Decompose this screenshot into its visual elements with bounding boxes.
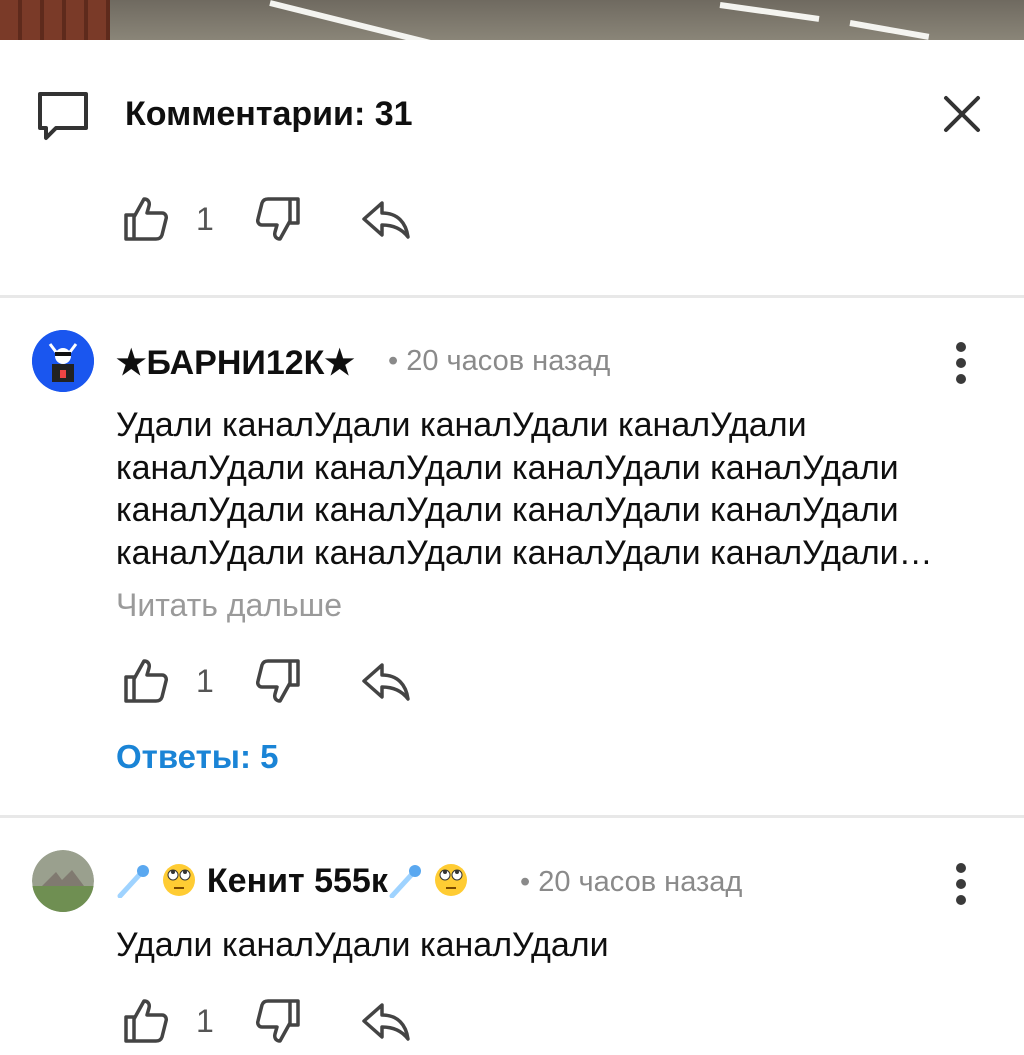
eyeroll-emoji-icon [435,864,468,896]
comet-emoji-icon [117,865,149,898]
avatar-image [32,850,94,912]
comment-text: Удали каналУдали каналУдали каналУдали к… [116,404,996,574]
like-count: 1 [196,201,214,237]
comment-time: • 20 часов назад [520,866,743,898]
like-icon[interactable] [120,995,172,1047]
comment-bubble-icon [38,92,88,140]
divider [0,295,1024,298]
comet-emoji-icon [389,865,421,898]
comment-text-line: Удали каналУдали каналУдали каналУдали [116,406,807,444]
reply-icon[interactable] [358,995,410,1047]
dislike-icon[interactable] [252,995,304,1047]
video-brick-wall [0,0,110,40]
dislike-icon[interactable] [252,193,304,245]
avatar[interactable] [32,330,94,392]
like-icon[interactable] [120,193,172,245]
comment-text: Удали каналУдали каналУдали [116,924,996,967]
comment-actions: 1 [120,193,420,253]
avatar[interactable] [32,850,94,912]
road-marking [269,0,446,40]
reply-icon[interactable] [358,655,410,707]
close-icon[interactable] [938,90,986,138]
comment-text-line: каналУдали каналУдали каналУдали каналУд… [116,491,899,529]
comment-text-line: каналУдали каналУдали каналУдали каналУд… [116,448,899,487]
dislike-icon[interactable] [252,655,304,707]
divider [0,815,1024,818]
road-marking [719,2,820,22]
read-more-link[interactable]: Читать дальше [116,587,342,624]
more-options-icon[interactable] [949,858,973,908]
avatar-image [32,330,94,392]
comment-author[interactable]: Кенит 555к [116,862,469,901]
comment-author[interactable]: ★БАРНИ12К★ [116,343,355,383]
like-count: 1 [196,663,214,699]
replies-link[interactable]: Ответы: 5 [116,738,278,776]
comment-actions: 1 [120,655,420,715]
comment-text-line: каналУдали каналУдали каналУдали каналУд… [116,533,933,572]
author-name: Кенит 555к [206,862,388,900]
more-options-icon[interactable] [949,337,973,387]
comment-time: • 20 часов назад [388,345,611,377]
like-count: 1 [196,1003,214,1039]
eyeroll-emoji-icon [163,864,196,896]
comment-actions: 1 [120,995,420,1055]
comments-title: Комментарии: 31 [125,95,413,133]
like-icon[interactable] [120,655,172,707]
video-thumbnail[interactable] [0,0,1024,40]
comment-text-line: Удали каналУдали каналУдали [116,926,609,964]
reply-icon[interactable] [358,193,410,245]
road-marking [849,20,930,40]
